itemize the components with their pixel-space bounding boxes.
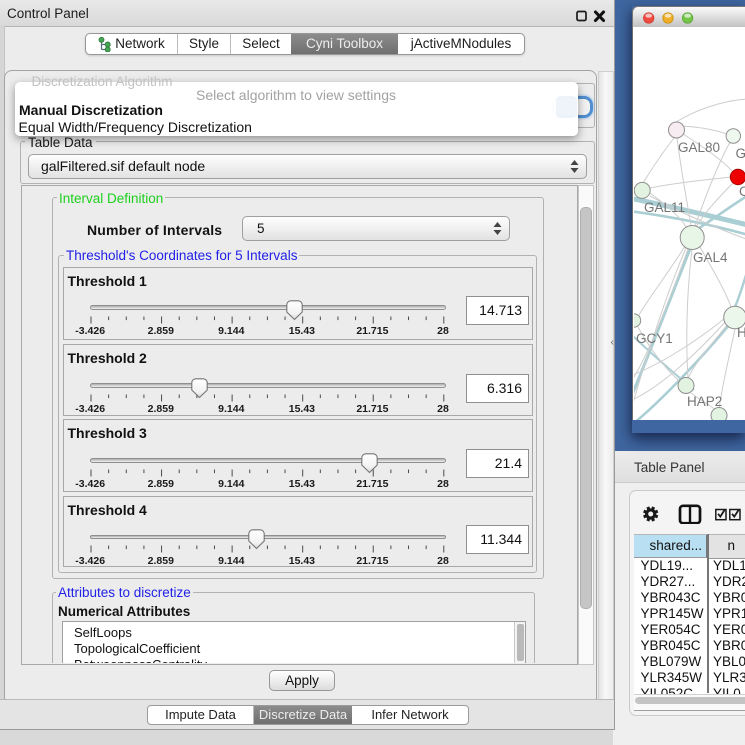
svg-text:GAL4: GAL4: [693, 250, 728, 265]
svg-text:GCY1: GCY1: [636, 331, 673, 346]
svg-text:GAL80: GAL80: [678, 140, 720, 155]
svg-text:GA: GA: [736, 146, 745, 161]
svg-text:GAL11: GAL11: [644, 200, 685, 215]
svg-text:HAP2: HAP2: [687, 394, 722, 409]
svg-text:C: C: [739, 184, 745, 199]
svg-text:H: H: [737, 325, 745, 340]
